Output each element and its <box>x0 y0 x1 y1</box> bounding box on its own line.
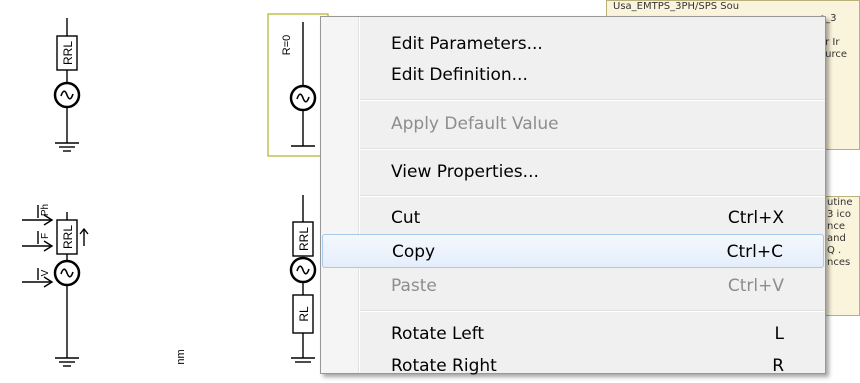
context-menu: Edit Parameters... Edit Definition... Ap… <box>320 16 826 376</box>
source-rrl-2[interactable] <box>22 205 89 367</box>
label-v: V <box>40 269 51 276</box>
source-rrl-rl[interactable] <box>289 195 317 363</box>
note-line: Usa_EMTPS_3PH/SPS Sou <box>613 1 740 12</box>
menu-item-label: Copy <box>392 242 436 262</box>
menu-item-shortcut: Ctrl+V <box>727 276 784 296</box>
menu-separator <box>360 99 825 101</box>
menu-item-rotate-left[interactable]: Rotate Left L <box>322 317 824 351</box>
label-f: F <box>40 233 51 239</box>
menu-item-rotate-right[interactable]: Rotate Right R <box>322 349 824 383</box>
label-rl: RL <box>297 306 311 322</box>
menu-item-label: View Properties... <box>391 162 539 182</box>
label-ph: Ph <box>40 204 51 216</box>
menu-separator <box>360 148 825 150</box>
menu-item-shortcut: Ctrl+X <box>727 208 784 228</box>
label-r0: R=0 <box>281 35 293 56</box>
menu-item-label: Apply Default Value <box>391 114 559 134</box>
menu-item-copy[interactable]: Copy Ctrl+C <box>322 234 824 268</box>
menu-item-cut[interactable]: Cut Ctrl+X <box>322 201 824 235</box>
label-nm: nm <box>175 349 187 364</box>
menu-item-shortcut: Ctrl+C <box>726 242 783 262</box>
menu-item-edit-definition[interactable]: Edit Definition... <box>322 58 824 92</box>
menu-item-label: Cut <box>391 208 421 228</box>
menu-item-label: Paste <box>391 276 437 296</box>
menu-item-label: Rotate Left <box>391 324 485 344</box>
menu-item-label: Edit Definition... <box>391 65 528 85</box>
source-rrl-1[interactable] <box>53 18 81 152</box>
menu-item-apply-default-value[interactable]: Apply Default Value <box>322 107 824 141</box>
menu-item-shortcut: L <box>774 324 784 344</box>
label-rrl-2: RRL <box>61 225 75 249</box>
menu-item-label: Edit Parameters... <box>391 34 543 54</box>
menu-item-paste[interactable]: Paste Ctrl+V <box>322 269 824 303</box>
source-r0-selected[interactable] <box>267 13 329 157</box>
menu-item-edit-parameters[interactable]: Edit Parameters... <box>322 27 824 61</box>
label-rrl-3: RRL <box>297 227 311 251</box>
menu-item-view-properties[interactable]: View Properties... <box>322 155 824 189</box>
menu-separator <box>360 195 825 197</box>
menu-separator <box>360 310 825 312</box>
menu-item-shortcut: R <box>772 356 784 376</box>
label-rrl-1: RRL <box>61 41 75 65</box>
menu-item-label: Rotate Right <box>391 356 497 376</box>
